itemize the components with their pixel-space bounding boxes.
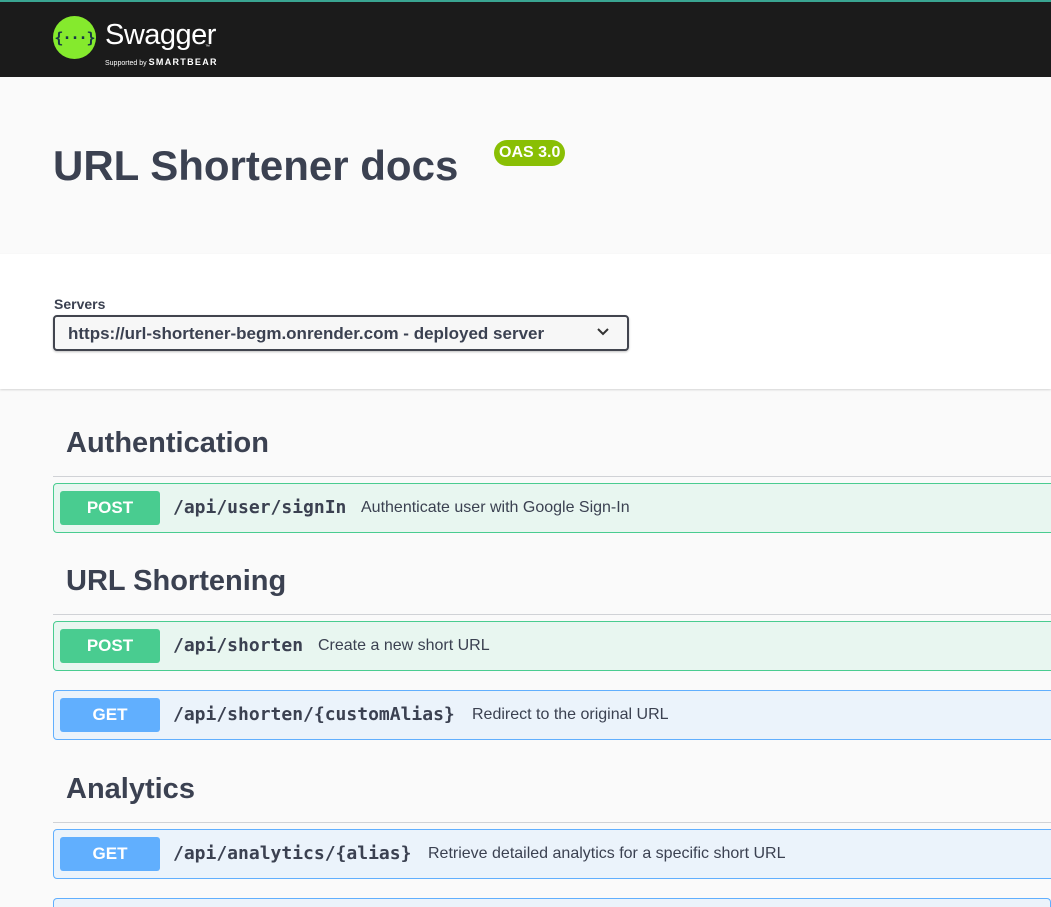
operation-post-user-signin[interactable]: POST /api/user/signIn Authenticate user …	[53, 483, 1051, 533]
method-badge: POST	[60, 629, 160, 663]
logo-text: Swagger	[105, 19, 216, 51]
page-title: URL Shortener docs	[53, 142, 459, 189]
chevron-down-icon	[597, 328, 609, 336]
tag-divider	[53, 476, 1051, 477]
tag-divider	[53, 614, 1051, 615]
servers-label: Servers	[54, 296, 106, 312]
logo-trademark: ™	[205, 44, 210, 50]
operation-summary: Create a new short URL	[318, 637, 490, 654]
servers-section: Servers https://url-shortener-begm.onren…	[0, 254, 1051, 389]
info-section: URL Shortener docs OAS 3.0	[0, 77, 1051, 254]
method-badge: POST	[60, 491, 160, 525]
operation-path: /api/analytics/{alias}	[173, 843, 412, 864]
version-badge: OAS 3.0	[494, 140, 566, 166]
operation-get-shorten-alias[interactable]: GET /api/shorten/{customAlias} Redirect …	[53, 690, 1051, 740]
operation-path: /api/shorten	[173, 635, 304, 656]
method-badge: GET	[60, 698, 160, 732]
operation-summary: Retrieve detailed analytics for a specif…	[428, 845, 786, 862]
logo-brand: SMARTBEAR	[148, 57, 218, 67]
swagger-logo[interactable]: {···} Swagger ™ Supported by SMARTBEAR	[53, 15, 233, 67]
operation-path: /api/user/signIn	[173, 497, 347, 518]
operation-summary: Authenticate user with Google Sign-In	[361, 499, 630, 516]
top-bar: {···} Swagger ™ Supported by SMARTBEAR	[0, 0, 1051, 77]
operation-partial[interactable]	[53, 898, 1051, 907]
tag-divider	[53, 822, 1051, 823]
operation-path: /api/shorten/{customAlias}	[173, 704, 455, 725]
operation-get-analytics-alias[interactable]: GET /api/analytics/{alias} Retrieve deta…	[53, 829, 1051, 879]
tag-analytics[interactable]: Analytics	[66, 773, 195, 806]
servers-select[interactable]: https://url-shortener-begm.onrender.com …	[53, 315, 629, 351]
logo-subtitle: Supported by SMARTBEAR	[105, 57, 218, 67]
operation-post-shorten[interactable]: POST /api/shorten Create a new short URL	[53, 621, 1051, 671]
tag-authentication[interactable]: Authentication	[66, 427, 269, 460]
logo-supported-by: Supported by	[105, 60, 147, 67]
swagger-logo-icon: {···}	[53, 16, 96, 59]
servers-selected-value: https://url-shortener-begm.onrender.com …	[68, 324, 545, 343]
method-badge: GET	[60, 837, 160, 871]
operation-summary: Redirect to the original URL	[472, 706, 669, 723]
tag-url-shortening[interactable]: URL Shortening	[66, 565, 286, 598]
